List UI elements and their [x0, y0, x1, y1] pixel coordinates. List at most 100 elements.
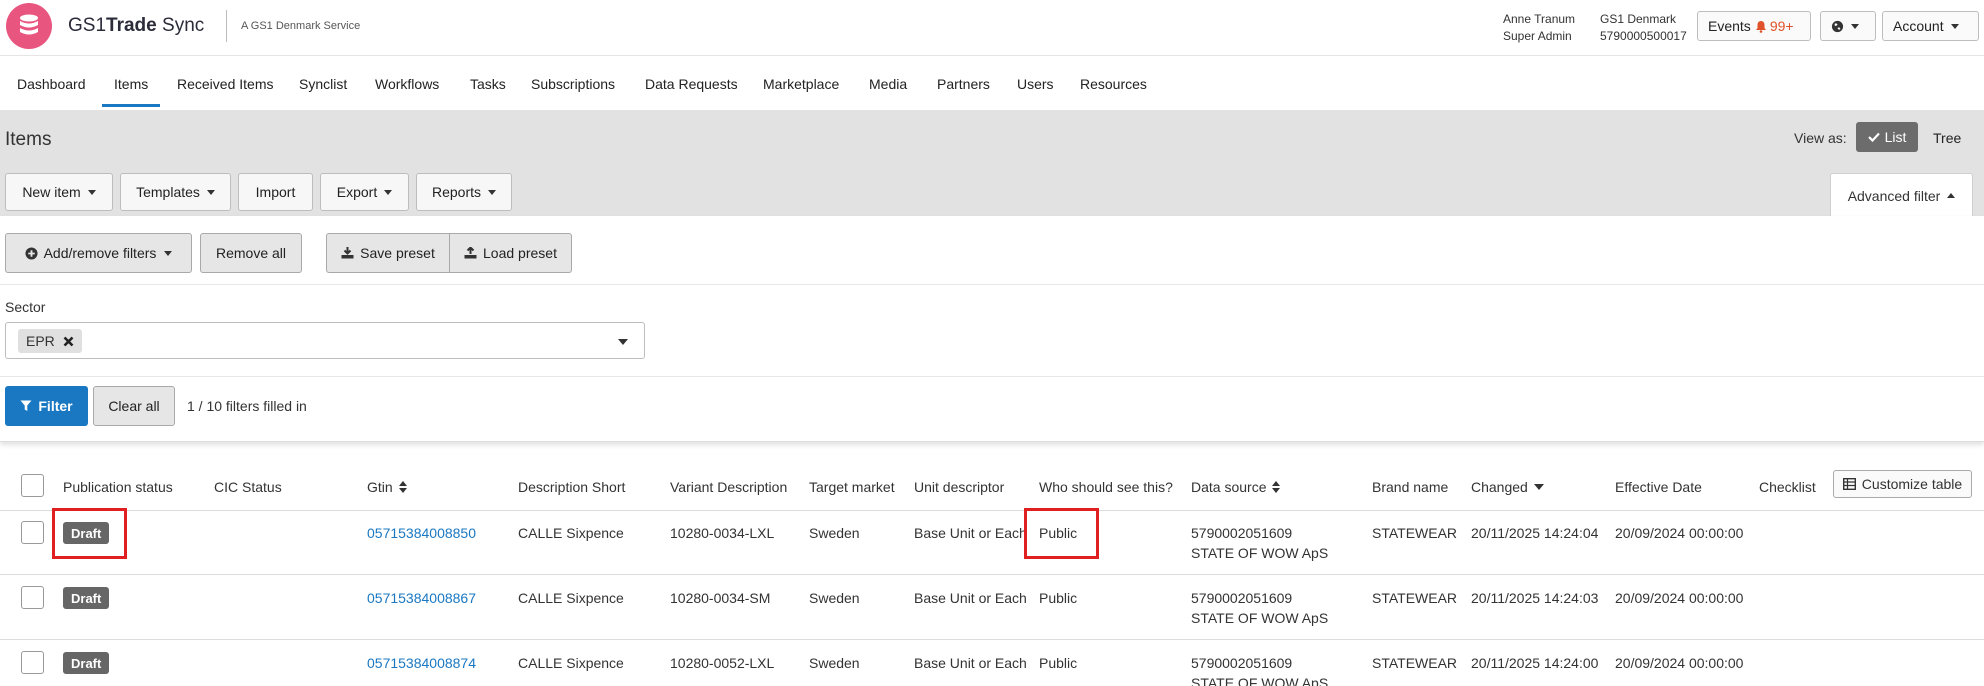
clear-all-button[interactable]: Clear all	[93, 386, 175, 426]
nav-dashboard[interactable]: Dashboard	[17, 76, 86, 92]
col-cic-status[interactable]: CIC Status	[214, 479, 282, 495]
col-gtin[interactable]: Gtin	[367, 479, 407, 495]
effective-date-cell: 20/09/2024 00:00:00	[1615, 590, 1744, 606]
gtin-link[interactable]: 05715384008874	[367, 653, 476, 673]
customize-table-button[interactable]: Customize table	[1833, 470, 1972, 498]
visibility-cell: Public	[1039, 590, 1078, 606]
export-button[interactable]: Export	[320, 173, 409, 211]
col-changed[interactable]: Changed	[1471, 479, 1544, 495]
nav-data-requests[interactable]: Data Requests	[645, 76, 738, 92]
chevron-down-icon	[384, 189, 393, 195]
row-divider	[0, 574, 1984, 575]
col-unit-descriptor[interactable]: Unit descriptor	[914, 479, 1004, 495]
download-icon	[341, 247, 354, 259]
new-item-button[interactable]: New item	[5, 173, 113, 211]
col-publication-status[interactable]: Publication status	[63, 479, 173, 495]
check-icon	[1867, 132, 1880, 142]
import-button[interactable]: Import	[238, 173, 313, 211]
unit-cell: Base Unit or Each	[914, 525, 1027, 541]
divider	[0, 376, 1984, 377]
variant-cell: 10280-0052-LXL	[670, 655, 775, 671]
chevron-down-icon	[1851, 23, 1859, 29]
view-tree-button[interactable]: Tree	[1933, 130, 1961, 146]
unit-cell: Base Unit or Each	[914, 655, 1027, 671]
nav-media[interactable]: Media	[869, 76, 907, 92]
divider	[0, 284, 1984, 285]
main-nav: Dashboard Items Received Items Synclist …	[0, 56, 1984, 110]
nav-partners[interactable]: Partners	[937, 76, 990, 92]
advanced-filter-panel: Add/remove filters Remove all Save prese…	[0, 216, 1984, 442]
nav-items[interactable]: Items	[114, 76, 148, 92]
account-button[interactable]: Account	[1882, 11, 1979, 41]
sector-label: Sector	[5, 299, 46, 315]
row-checkbox[interactable]	[21, 586, 44, 609]
add-remove-filters-button[interactable]: Add/remove filters	[5, 233, 192, 273]
top-header: GS1Trade Sync A GS1 Denmark Service Anne…	[0, 0, 1984, 56]
description-cell: CALLE Sixpence	[518, 590, 624, 606]
events-count: 99+	[1755, 18, 1794, 34]
bell-icon	[1755, 20, 1766, 33]
col-description-short[interactable]: Description Short	[518, 479, 625, 495]
user-role: Super Admin	[1503, 29, 1572, 43]
remove-tag-icon[interactable]	[63, 336, 74, 347]
gs1-logo-icon[interactable]	[6, 3, 52, 49]
market-cell: Sweden	[809, 525, 860, 541]
funnel-icon	[20, 400, 32, 411]
brand-divider	[226, 10, 227, 42]
chevron-up-icon	[1947, 193, 1956, 198]
col-who-should-see[interactable]: Who should see this?	[1039, 479, 1173, 495]
nav-users[interactable]: Users	[1017, 76, 1054, 92]
nav-resources[interactable]: Resources	[1080, 76, 1147, 92]
nav-subscriptions[interactable]: Subscriptions	[531, 76, 615, 92]
reports-button[interactable]: Reports	[416, 173, 512, 211]
org-info: GS1 Denmark 5790000500017	[1600, 11, 1687, 45]
user-info: Anne Tranum Super Admin	[1503, 11, 1575, 45]
nav-tasks[interactable]: Tasks	[470, 76, 506, 92]
brand-cell: STATEWEAR	[1372, 655, 1458, 671]
templates-button[interactable]: Templates	[120, 173, 231, 211]
save-preset-button[interactable]: Save preset	[326, 233, 450, 273]
globe-icon	[1831, 20, 1844, 32]
row-divider	[0, 510, 1984, 511]
brand-cell: STATEWEAR	[1372, 590, 1458, 606]
page-title: Items	[5, 129, 52, 150]
brand-cell: STATEWEAR	[1372, 525, 1458, 541]
sort-icon	[398, 481, 407, 493]
events-button[interactable]: Events 99+	[1697, 11, 1811, 41]
org-gln: 5790000500017	[1600, 29, 1687, 43]
remove-all-filters-button[interactable]: Remove all	[200, 233, 302, 273]
col-data-source[interactable]: Data source	[1191, 479, 1281, 495]
chevron-down-icon	[206, 189, 215, 195]
table-icon	[1842, 478, 1856, 490]
row-checkbox[interactable]	[21, 651, 44, 674]
row-checkbox[interactable]	[21, 521, 44, 544]
view-list-button[interactable]: List	[1856, 122, 1918, 152]
nav-marketplace[interactable]: Marketplace	[763, 76, 839, 92]
col-effective-date[interactable]: Effective Date	[1615, 479, 1702, 495]
changed-cell: 20/11/2025 14:24:03	[1471, 590, 1599, 606]
col-variant-description[interactable]: Variant Description	[670, 479, 787, 495]
advanced-filter-toggle[interactable]: Advanced filter	[1830, 173, 1973, 217]
view-as-label: View as:	[1794, 130, 1847, 146]
load-preset-button[interactable]: Load preset	[449, 233, 572, 273]
plus-circle-icon	[25, 246, 38, 260]
user-name: Anne Tranum	[1503, 12, 1576, 26]
nav-workflows[interactable]: Workflows	[375, 76, 439, 92]
sector-select[interactable]: EPR	[5, 322, 645, 359]
col-brand-name[interactable]: Brand name	[1372, 479, 1448, 495]
gtin-link[interactable]: 05715384008850	[367, 523, 476, 543]
chevron-down-icon	[1950, 23, 1959, 29]
select-all-checkbox[interactable]	[21, 474, 44, 497]
description-cell: CALLE Sixpence	[518, 655, 624, 671]
status-badge: Draft	[63, 587, 110, 609]
gtin-link[interactable]: 05715384008867	[367, 588, 476, 608]
variant-cell: 10280-0034-LXL	[670, 525, 775, 541]
col-target-market[interactable]: Target market	[809, 479, 895, 495]
nav-synclist[interactable]: Synclist	[299, 76, 347, 92]
col-checklist[interactable]: Checklist	[1759, 479, 1816, 495]
apply-filter-button[interactable]: Filter	[5, 386, 88, 426]
highlight-box	[1024, 508, 1099, 559]
nav-received-items[interactable]: Received Items	[177, 76, 273, 92]
nav-active-indicator	[102, 104, 160, 107]
language-button[interactable]	[1820, 11, 1876, 41]
